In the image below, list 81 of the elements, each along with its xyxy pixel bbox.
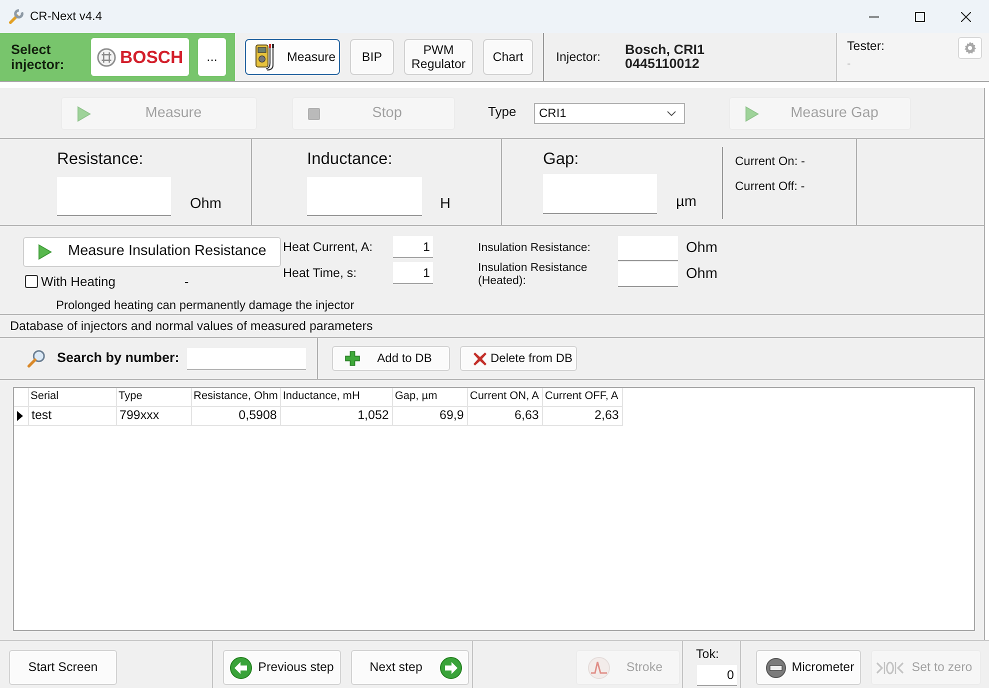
tok-field[interactable]: 0 [697, 665, 737, 686]
column-header: Inductance, mH [280, 388, 392, 406]
previous-step-button[interactable]: Previous step [223, 650, 341, 685]
play-icon [745, 106, 759, 122]
next-step-button[interactable]: Next step [351, 650, 469, 685]
heat-param-field[interactable]: 1 [393, 262, 433, 284]
play-icon [38, 244, 52, 260]
table-cell: 799xxx [116, 406, 191, 425]
unit-label: Ohm [686, 240, 718, 258]
injector-label: Injector: [556, 50, 602, 64]
chevron-down-icon [667, 111, 676, 116]
table-cell: 6,63 [467, 406, 542, 425]
brand-button[interactable]: BOSCH [91, 38, 189, 76]
with-heating-checkbox[interactable] [25, 275, 38, 288]
mode-tab[interactable]: BIP [350, 39, 394, 75]
reading-label: Gap: [543, 150, 579, 169]
heat-param-label: Heat Current, A: [283, 240, 374, 254]
zero-arrows-icon [876, 660, 904, 676]
close-icon [961, 12, 971, 22]
column-header: Gap, µm [392, 388, 468, 406]
search-field[interactable] [187, 348, 306, 370]
table-cell: 2,63 [542, 406, 622, 425]
dial-icon [766, 658, 786, 678]
cross-icon [473, 352, 487, 366]
column-header: Type [116, 388, 191, 406]
stop-icon [308, 108, 320, 120]
current-reading: Current Off: - [735, 179, 805, 193]
delete-button[interactable]: Delete from DB [460, 346, 577, 371]
heating-warning: Prolonged heating can permanently damage the injector [56, 298, 354, 312]
mode-tab[interactable]: Measure [245, 39, 340, 75]
add-button[interactable]: Add to DB [332, 346, 450, 371]
injector-name: Bosch, CRI1 [625, 43, 705, 57]
current-reading: Current On: - [735, 154, 806, 168]
reading-label: Resistance: [57, 150, 144, 169]
unit-label: Ohm [686, 266, 718, 284]
maximize-icon [915, 12, 925, 22]
mode-tab[interactable]: PWM Regulator [404, 39, 473, 75]
wrench-icon [8, 8, 24, 24]
heat-param-label: Heat Time, s: [283, 266, 358, 280]
type-dropdown[interactable]: CRI1 [534, 103, 685, 124]
play-icon [77, 106, 91, 122]
search-icon [27, 349, 46, 368]
more-button[interactable]: ... [198, 38, 226, 76]
select-injector-label: Select injector: [11, 42, 66, 72]
mode-tab[interactable]: Chart [483, 39, 533, 75]
tester-value: - [847, 58, 851, 72]
measure-insulation-button[interactable]: Measure Insulation Resistance [23, 237, 281, 267]
heating-status: - [184, 274, 189, 290]
column-header: Current ON, A [467, 388, 542, 406]
insulation-result-field [618, 262, 678, 287]
table-cell: 0,5908 [191, 406, 280, 425]
brand-logo-icon [97, 48, 116, 66]
insulation-result-label: Insulation Resistance (Heated): [478, 262, 588, 287]
type-label: Type [488, 103, 518, 120]
tester-label: Tester: [847, 39, 885, 54]
insulation-result-label: Insulation Resistance: [478, 242, 592, 255]
table-cell: test [28, 406, 116, 425]
unit-label: Ohm [190, 196, 222, 213]
multimeter-icon [255, 43, 275, 71]
table-cell: 1,052 [280, 406, 392, 425]
plus-icon [345, 351, 360, 366]
injector-number: 0445110012 [625, 57, 700, 71]
search-label: Search by number: [57, 350, 180, 367]
settings-button[interactable] [958, 37, 982, 59]
database-title: Database of injectors and normal values of measured parameters [10, 318, 373, 334]
unit-label: H [440, 196, 450, 213]
unit-label: µm [676, 194, 696, 211]
column-header: Serial [28, 388, 116, 406]
column-header: Resistance, Ohm [191, 388, 280, 406]
with-heating-label[interactable]: With Heating [41, 274, 116, 290]
window-title: CR-Next v4.4 [30, 9, 102, 24]
insulation-result-field [618, 236, 678, 261]
column-header: Current OFF, A [542, 388, 622, 406]
table-cell: 69,9 [392, 406, 468, 425]
start-screen-button[interactable]: Start Screen [9, 650, 117, 685]
tok-label: Tok: [696, 647, 719, 662]
heat-param-field[interactable]: 1 [393, 236, 433, 258]
settings-icon [963, 41, 977, 55]
pulse-icon [588, 656, 610, 678]
reading-label: Inductance: [307, 150, 392, 169]
micrometer-button[interactable]: Micrometer [756, 650, 861, 685]
